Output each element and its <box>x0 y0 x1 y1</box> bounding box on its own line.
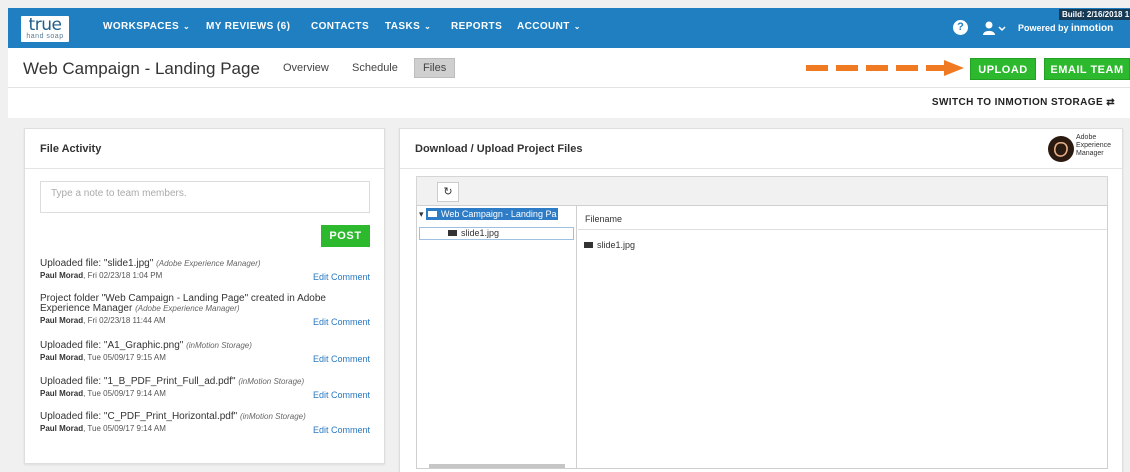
email-team-button[interactable]: EMAIL TEAM <box>1044 58 1130 80</box>
edit-comment-link[interactable]: Edit Comment <box>313 272 370 282</box>
activity-item: Uploaded file: "C_PDF_Print_Horizontal.p… <box>40 411 370 436</box>
tree-root-label: Web Campaign - Landing Pa <box>441 209 557 219</box>
file-activity-header: File Activity <box>25 129 384 169</box>
activity-message: Uploaded file: "C_PDF_Print_Horizontal.p… <box>40 411 238 422</box>
edit-comment-link[interactable]: Edit Comment <box>313 317 370 327</box>
activity-date: , Tue 05/09/17 9:14 AM <box>83 424 166 433</box>
activity-source: (inMotion Storage) <box>238 377 305 386</box>
folder-icon <box>448 229 457 236</box>
folder-icon <box>584 241 593 248</box>
powered-by-label: Powered by <box>1018 23 1069 33</box>
switch-storage-link[interactable]: SWITCH TO INMOTION STORAGE ⇄ <box>932 97 1115 108</box>
user-icon <box>983 21 1006 35</box>
build-badge: Build: 2/16/2018 1:31 <box>1059 9 1130 20</box>
nav-contacts-label: CONTACTS <box>311 21 370 32</box>
project-header: Web Campaign - Landing Page Overview Sch… <box>8 48 1130 88</box>
tree-child-label: slide1.jpg <box>461 228 500 238</box>
project-files-header: Download / Upload Project Files Adobe Ex… <box>400 129 1122 169</box>
activity-user: Paul Morad <box>40 271 84 280</box>
nav-account-label: ACCOUNT <box>517 21 570 32</box>
activity-date: , Tue 05/09/17 9:15 AM <box>83 353 166 362</box>
aem-logo-graphic <box>1049 137 1073 161</box>
activity-item: Uploaded file: "1_B_PDF_Print_Full_ad.pd… <box>40 376 370 401</box>
tree-child-item[interactable]: slide1.jpg <box>419 227 574 240</box>
chevron-down-icon: ⌄ <box>424 22 432 31</box>
tree-root-folder[interactable]: ▾ Web Campaign - Landing Pa <box>419 208 559 220</box>
activity-item: Project folder "Web Campaign - Landing P… <box>40 294 370 328</box>
file-name: slide1.jpg <box>597 240 636 250</box>
activity-user: Paul Morad <box>40 353 84 362</box>
activity-source: (Adobe Experience Manager) <box>135 304 240 313</box>
tab-files[interactable]: Files <box>414 58 456 78</box>
chevron-down-icon: ⌄ <box>573 22 581 31</box>
activity-date: , Fri 02/23/18 1:04 PM <box>83 271 163 280</box>
file-browser-toolbar: ↻ <box>416 176 1108 205</box>
chevron-down-icon: ⌄ <box>183 22 191 31</box>
file-activity-panel: File Activity POST Uploaded file: "slide… <box>24 128 385 464</box>
activity-source: (inMotion Storage) <box>239 412 306 421</box>
edit-comment-link[interactable]: Edit Comment <box>313 390 370 400</box>
powered-by: Powered by inmotion <box>1018 23 1113 34</box>
storage-bar: SWITCH TO INMOTION STORAGE ⇄ <box>8 88 1130 118</box>
nav-my-reviews-label: MY REVIEWS (6) <box>206 21 291 32</box>
tree-horizontal-scrollbar[interactable] <box>429 464 565 468</box>
nav-account[interactable]: ACCOUNT ⌄ <box>517 21 581 32</box>
aem-logo-icon <box>1048 136 1074 162</box>
nav-reports[interactable]: REPORTS <box>451 21 502 32</box>
folder-tree: ▾ Web Campaign - Landing Pa slide1.jpg <box>417 206 577 468</box>
nav-reports-label: REPORTS <box>451 21 503 32</box>
activity-source: (Adobe Experience Manager) <box>156 259 261 268</box>
activity-item: Uploaded file: "slide1.jpg" (Adobe Exper… <box>40 258 370 283</box>
file-browser: ▾ Web Campaign - Landing Pa slide1.jpg F… <box>416 205 1108 469</box>
help-icon[interactable]: ? <box>953 20 968 35</box>
nav-workspaces[interactable]: WORKSPACES ⌄ <box>103 21 190 32</box>
activity-message: Uploaded file: "1_B_PDF_Print_Full_ad.pd… <box>40 376 236 387</box>
project-files-title: Download / Upload Project Files <box>415 143 583 155</box>
activity-date: , Tue 05/09/17 9:14 AM <box>83 389 166 398</box>
post-button[interactable]: POST <box>321 225 370 247</box>
edit-comment-link[interactable]: Edit Comment <box>313 354 370 364</box>
expand-toggle-icon[interactable]: ▾ <box>419 209 424 219</box>
activity-source: (inMotion Storage) <box>186 341 252 350</box>
filename-column-header[interactable]: Filename <box>578 206 1107 230</box>
activity-item: Uploaded file: "A1_Graphic.png" (inMotio… <box>40 340 370 365</box>
activity-user: Paul Morad <box>40 316 84 325</box>
page-title: Web Campaign - Landing Page <box>23 59 260 78</box>
tab-schedule[interactable]: Schedule <box>352 62 398 74</box>
activity-date: , Fri 02/23/18 11:44 AM <box>83 316 166 325</box>
nav-contacts[interactable]: CONTACTS <box>311 21 369 32</box>
upload-button[interactable]: UPLOAD <box>970 58 1036 80</box>
nav-my-reviews[interactable]: MY REVIEWS (6) <box>206 21 290 32</box>
nav-tasks[interactable]: TASKS ⌄ <box>385 21 431 32</box>
arrow-right-icon <box>806 60 964 76</box>
activity-message: Uploaded file: "A1_Graphic.png" <box>40 340 184 351</box>
top-navbar: true hand soap WORKSPACES ⌄ MY REVIEWS (6… <box>8 8 1130 48</box>
logo-sub-text: hand soap <box>26 33 64 40</box>
refresh-icon: ↻ <box>443 186 453 198</box>
project-files-panel: Download / Upload Project Files Adobe Ex… <box>399 128 1123 472</box>
file-row[interactable]: slide1.jpg <box>584 240 635 250</box>
team-note-input[interactable] <box>40 181 370 213</box>
tab-overview[interactable]: Overview <box>283 62 329 74</box>
aem-label: Adobe Experience Manager <box>1076 134 1112 157</box>
activity-user: Paul Morad <box>40 424 84 433</box>
activity-user: Paul Morad <box>40 389 84 398</box>
edit-comment-link[interactable]: Edit Comment <box>313 425 370 435</box>
logo-main-text: true <box>28 15 62 35</box>
nav-workspaces-label: WORKSPACES <box>103 21 180 32</box>
brand-logo[interactable]: true hand soap <box>21 16 69 42</box>
nav-tasks-label: TASKS <box>385 21 421 32</box>
user-menu[interactable] <box>982 20 1008 36</box>
file-activity-title: File Activity <box>40 143 102 155</box>
inmotion-brand: inmotion <box>1071 23 1114 34</box>
activity-message: Uploaded file: "slide1.jpg" <box>40 258 154 269</box>
refresh-button[interactable]: ↻ <box>437 182 459 202</box>
folder-icon <box>428 210 438 217</box>
